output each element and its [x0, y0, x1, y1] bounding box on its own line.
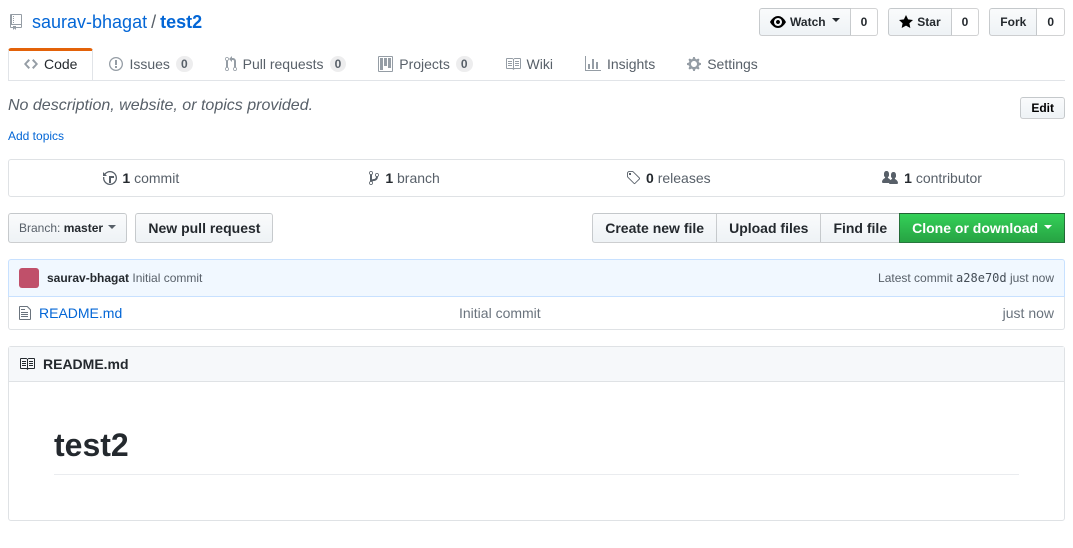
commit-sha[interactable]: a28e70d — [956, 271, 1007, 285]
watch-button[interactable]: Watch — [759, 8, 851, 36]
git-branch-icon — [369, 170, 379, 186]
owner-link[interactable]: saurav-bhagat — [32, 12, 147, 33]
avatar[interactable] — [19, 268, 39, 288]
branch-prefix: Branch: — [19, 221, 64, 235]
file-commit-message[interactable]: Initial commit — [459, 305, 1003, 321]
releases-label: releases — [654, 170, 711, 186]
file-icon — [19, 305, 31, 321]
upload-files-button[interactable]: Upload files — [716, 213, 820, 243]
commits-label: commit — [130, 170, 179, 186]
add-topics-link[interactable]: Add topics — [8, 129, 64, 143]
clone-download-button[interactable]: Clone or download — [899, 213, 1065, 243]
readme-filename: README.md — [43, 356, 129, 372]
projects-counter: 0 — [456, 56, 473, 72]
branch-select-button[interactable]: Branch: master — [8, 213, 127, 243]
fork-button[interactable]: Fork — [989, 8, 1037, 36]
book-icon — [19, 356, 35, 372]
commit-time: just now — [1010, 271, 1054, 285]
contributors-label: contributor — [912, 170, 982, 186]
latest-commit-label: Latest commit — [878, 271, 956, 285]
tab-wiki[interactable]: Wiki — [489, 48, 569, 80]
tab-insights[interactable]: Insights — [569, 48, 671, 80]
branch-name: master — [64, 221, 103, 235]
caret-down-icon — [108, 225, 116, 233]
contributors-stat[interactable]: 1 contributor — [800, 160, 1064, 196]
branches-stat[interactable]: 1 branch — [273, 160, 537, 196]
caret-down-icon — [1044, 225, 1052, 233]
tag-icon — [626, 170, 640, 186]
releases-num: 0 — [646, 170, 654, 186]
tab-projects[interactable]: Projects 0 — [362, 48, 488, 80]
edit-description-button[interactable]: Edit — [1020, 97, 1065, 119]
watch-count[interactable]: 0 — [851, 8, 879, 36]
tab-code[interactable]: Code — [8, 48, 93, 80]
repo-icon — [8, 14, 24, 30]
issue-opened-icon — [109, 56, 123, 72]
star-label: Star — [917, 12, 940, 32]
file-name-link[interactable]: README.md — [39, 305, 122, 321]
commits-stat[interactable]: 1 commit — [9, 160, 273, 196]
tab-settings[interactable]: Settings — [671, 48, 774, 80]
caret-down-icon — [832, 18, 840, 26]
tab-code-label: Code — [44, 56, 77, 72]
tab-settings-label: Settings — [707, 56, 758, 72]
tab-insights-label: Insights — [607, 56, 655, 72]
project-icon — [378, 56, 393, 72]
path-separator: / — [151, 12, 156, 33]
branches-label: branch — [393, 170, 440, 186]
gear-icon — [687, 56, 701, 72]
eye-icon — [770, 14, 786, 30]
create-new-file-button[interactable]: Create new file — [592, 213, 716, 243]
new-pull-request-button[interactable]: New pull request — [135, 213, 273, 243]
star-button[interactable]: Star — [888, 8, 951, 36]
git-pull-request-icon — [225, 56, 237, 72]
releases-stat[interactable]: 0 releases — [537, 160, 801, 196]
issues-counter: 0 — [176, 56, 193, 72]
find-file-button[interactable]: Find file — [820, 213, 899, 243]
organization-icon — [882, 170, 898, 186]
pulls-counter: 0 — [330, 56, 347, 72]
tab-pulls[interactable]: Pull requests 0 — [209, 48, 363, 80]
fork-count[interactable]: 0 — [1037, 8, 1065, 36]
watch-label: Watch — [790, 12, 826, 32]
star-icon — [899, 14, 913, 30]
clone-label: Clone or download — [912, 220, 1038, 236]
fork-label: Fork — [1000, 12, 1026, 32]
commit-message[interactable]: Initial commit — [132, 271, 202, 285]
code-icon — [24, 56, 38, 72]
tab-pulls-label: Pull requests — [243, 56, 324, 72]
contributors-num: 1 — [904, 170, 912, 186]
commit-author[interactable]: saurav-bhagat — [47, 271, 129, 285]
book-icon — [505, 56, 521, 72]
readme-heading: test2 — [54, 427, 1019, 475]
file-age: just now — [1003, 305, 1054, 321]
repo-link[interactable]: test2 — [160, 12, 202, 33]
graph-icon — [585, 56, 601, 72]
tab-wiki-label: Wiki — [527, 56, 553, 72]
tab-projects-label: Projects — [399, 56, 450, 72]
repo-description: No description, website, or topics provi… — [8, 97, 313, 115]
tab-issues-label: Issues — [129, 56, 169, 72]
file-row: README.md Initial commit just now — [9, 297, 1064, 329]
history-icon — [103, 170, 117, 186]
star-count[interactable]: 0 — [952, 8, 980, 36]
tab-issues[interactable]: Issues 0 — [93, 48, 208, 80]
branches-num: 1 — [385, 170, 393, 186]
